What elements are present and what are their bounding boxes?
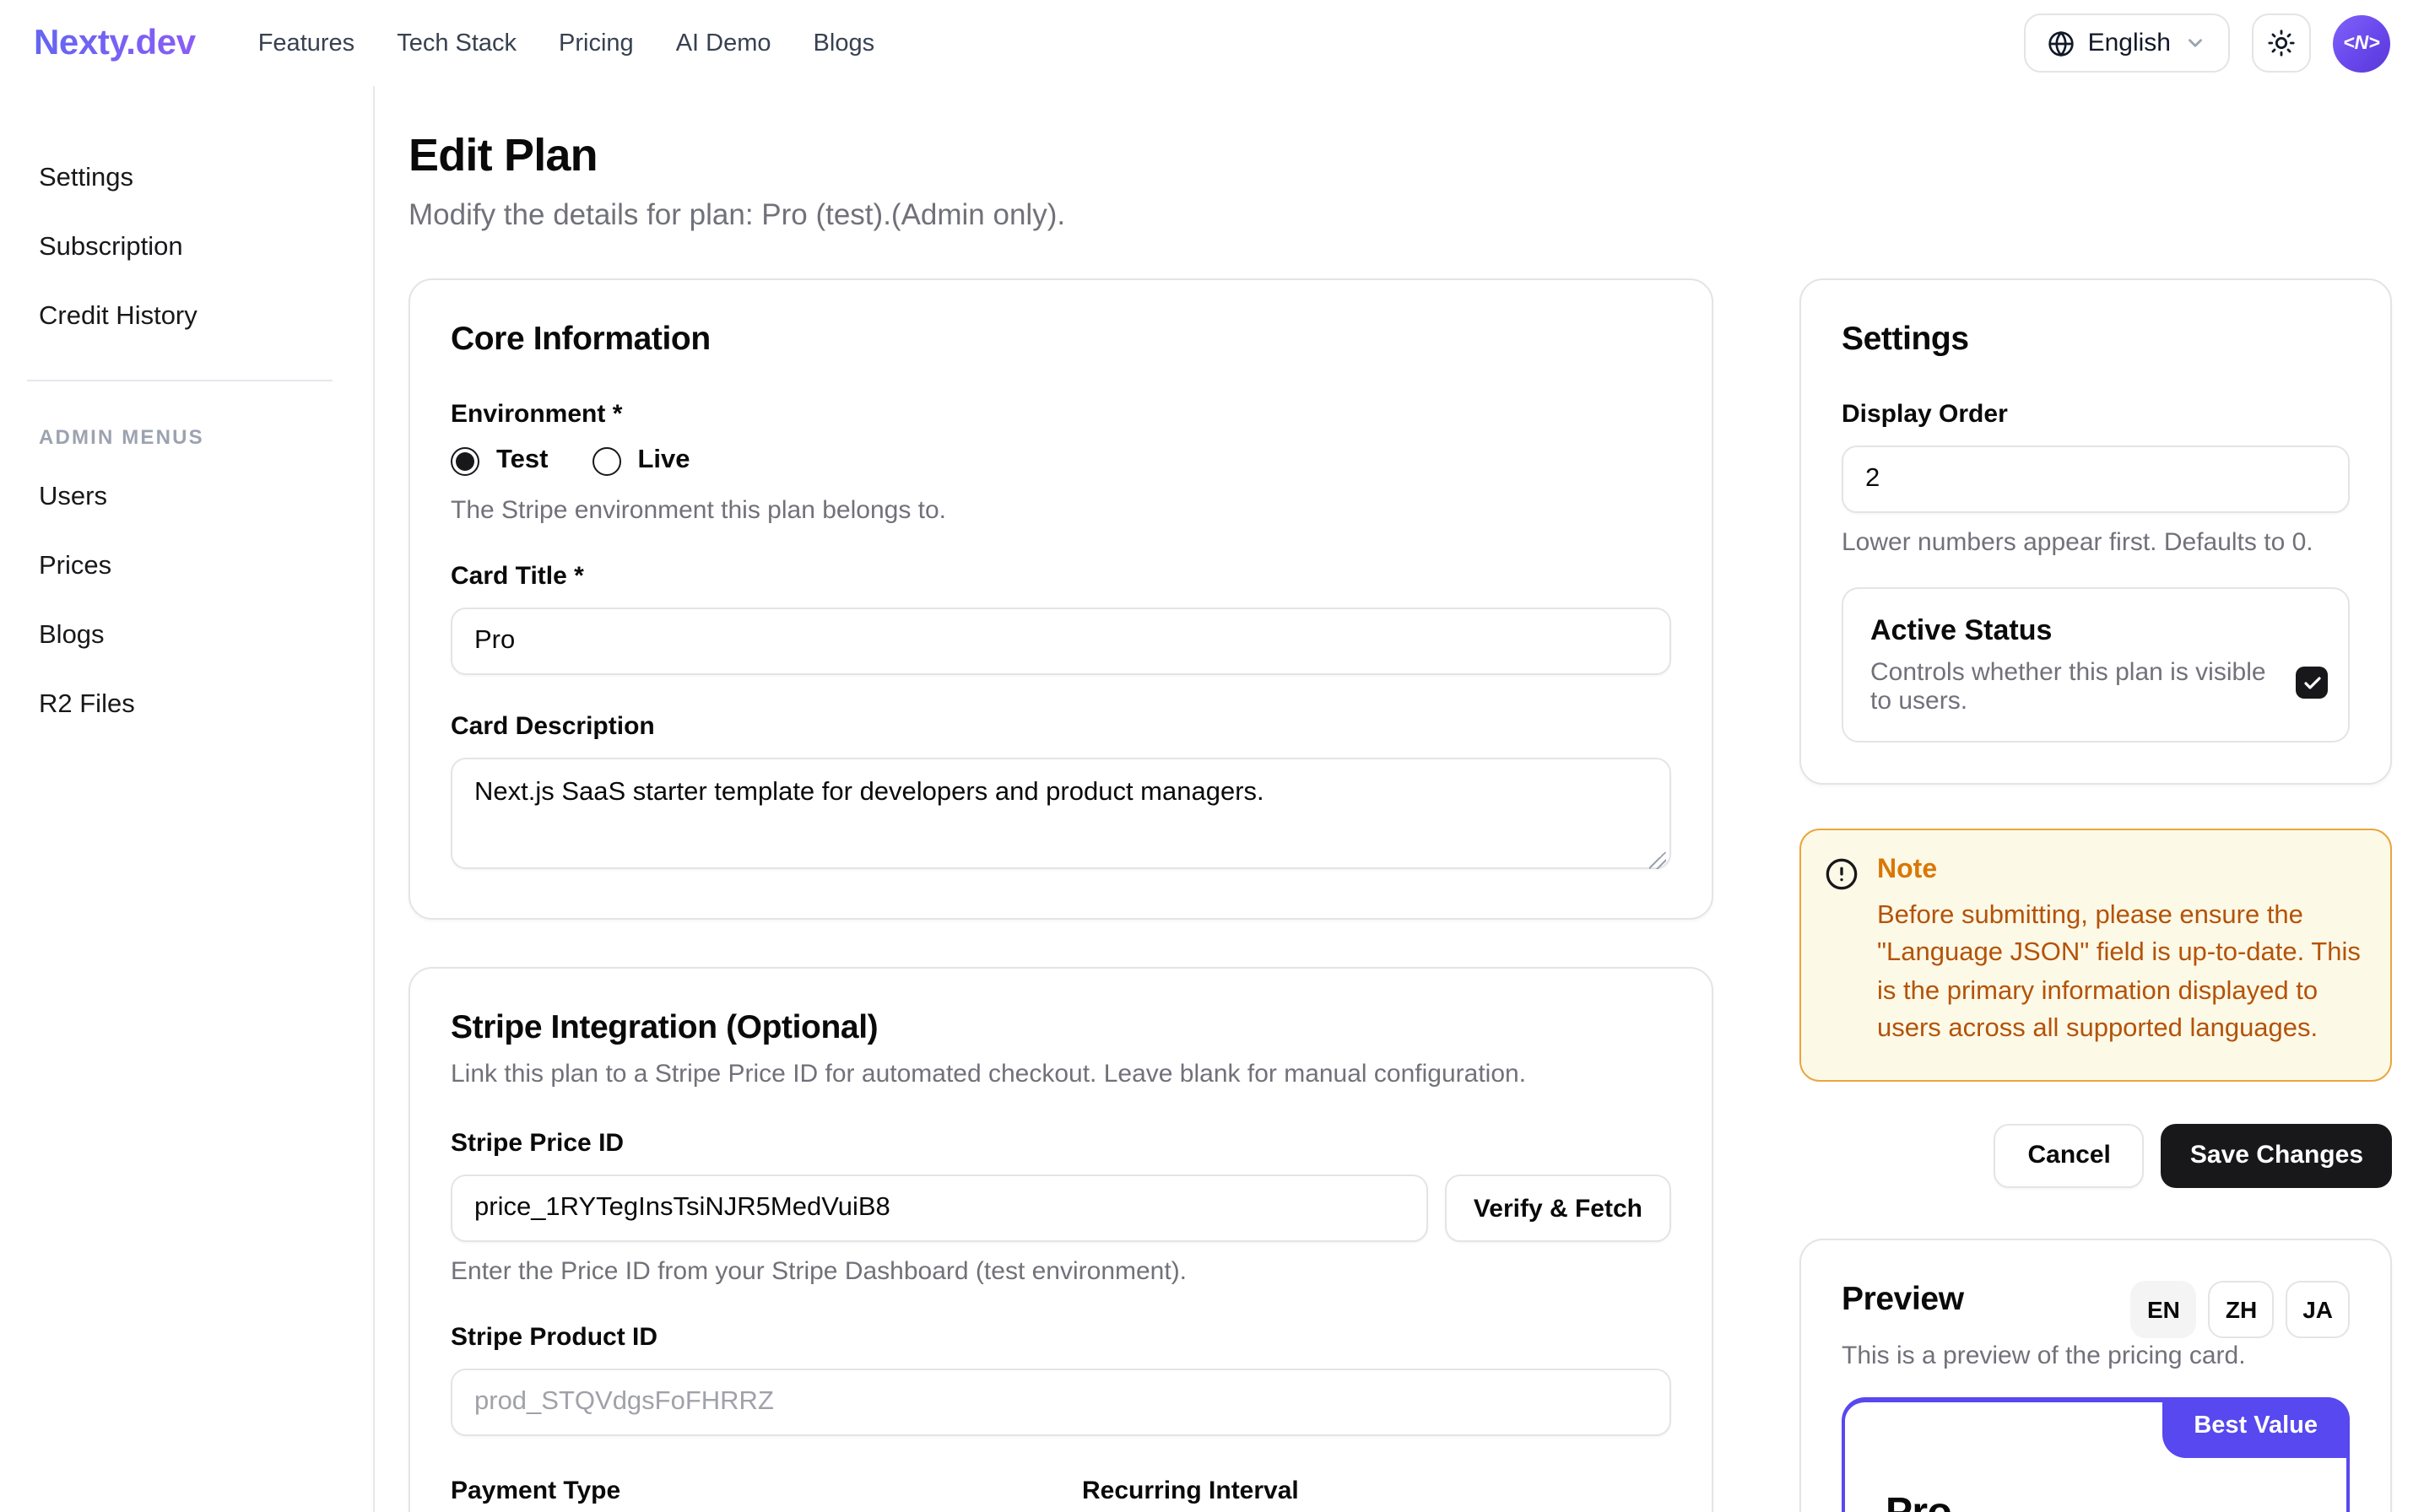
sidebar-item-users[interactable]: Users [39, 466, 346, 530]
sidebar-item-r2-files[interactable]: R2 Files [39, 673, 346, 737]
sidebar-item-blogs[interactable]: Blogs [39, 604, 346, 668]
preview-title: Preview [1842, 1281, 1964, 1320]
theme-toggle-button[interactable] [2252, 14, 2311, 73]
stripe-price-id-input[interactable] [451, 1174, 1428, 1242]
active-status-description: Controls whether this plan is visible to… [1870, 658, 2321, 716]
main-content: Edit Plan Modify the details for plan: P… [375, 86, 2424, 1512]
form-actions: Cancel Save Changes [1799, 1124, 2392, 1188]
tab-ja[interactable]: JA [2286, 1281, 2350, 1338]
stripe-product-id-input[interactable] [451, 1369, 1671, 1436]
active-status-box: Active Status Controls whether this plan… [1842, 587, 2350, 742]
note-callout: Note Before submitting, please ensure th… [1799, 829, 2392, 1082]
tab-en[interactable]: EN [2130, 1281, 2197, 1338]
stripe-price-id-help: Enter the Price ID from your Stripe Dash… [451, 1257, 1671, 1286]
preview-card: Preview EN ZH JA This is a preview of th… [1799, 1239, 2392, 1512]
nav-item-features[interactable]: Features [258, 30, 354, 57]
save-changes-button[interactable]: Save Changes [2162, 1124, 2392, 1188]
core-information-card: Core Information Environment * Test Live [409, 278, 1713, 920]
radio-live-label: Live [637, 446, 690, 476]
side-column: Settings Display Order Lower numbers app… [1799, 278, 2392, 1512]
environment-help: The Stripe environment this plan belongs… [451, 496, 1671, 525]
display-order-label: Display Order [1842, 400, 2350, 429]
sidebar-section-label: ADMIN MENUS [39, 412, 346, 466]
nav-item-tech-stack[interactable]: Tech Stack [397, 30, 517, 57]
nav-item-blogs[interactable]: Blogs [814, 30, 875, 57]
nav-item-pricing[interactable]: Pricing [559, 30, 634, 57]
verify-fetch-button[interactable]: Verify & Fetch [1445, 1174, 1671, 1242]
nav-item-ai-demo[interactable]: AI Demo [676, 30, 771, 57]
display-order-input[interactable] [1842, 446, 2350, 513]
card-title-input[interactable] [451, 608, 1671, 675]
radio-option-test[interactable]: Test [451, 446, 548, 476]
payment-type-label: Payment Type [451, 1477, 1040, 1505]
preview-subtitle: This is a preview of the pricing card. [1842, 1342, 2350, 1370]
tab-zh[interactable]: ZH [2209, 1281, 2274, 1338]
header-actions: English <N> [2024, 14, 2390, 73]
alert-circle-icon [1825, 857, 1859, 891]
sidebar: Settings Subscription Credit History ADM… [0, 86, 375, 1512]
note-title: Note [1877, 856, 2363, 886]
card-description-textarea[interactable]: Next.js SaaS starter template for develo… [451, 758, 1671, 869]
pricing-plan-name: Pro [1886, 1490, 2306, 1512]
settings-card: Settings Display Order Lower numbers app… [1799, 278, 2392, 785]
stripe-product-id-label: Stripe Product ID [451, 1323, 1671, 1352]
user-avatar[interactable]: <N> [2333, 14, 2390, 72]
recurring-interval-label: Recurring Interval [1082, 1477, 1671, 1505]
best-value-badge: Best Value [2162, 1397, 2350, 1458]
language-label: English [2088, 29, 2171, 57]
radio-test-label: Test [496, 446, 548, 476]
page-title: Edit Plan [409, 130, 2392, 182]
pricing-card-preview: Best Value Pro Next.js SaaS starter temp… [1842, 1397, 2350, 1512]
cancel-button[interactable]: Cancel [1994, 1124, 2145, 1188]
environment-radio-group: Test Live [451, 446, 1671, 476]
radio-option-live[interactable]: Live [592, 446, 690, 476]
radio-test[interactable] [451, 446, 479, 475]
brand-logo[interactable]: Nexty.dev [34, 23, 196, 63]
note-body: Before submitting, please ensure the "La… [1877, 898, 2363, 1050]
active-status-title: Active Status [1870, 614, 2321, 648]
page-layout: Settings Subscription Credit History ADM… [0, 86, 2424, 1512]
stripe-integration-title: Stripe Integration (Optional) [451, 1009, 1671, 1048]
sidebar-divider [27, 380, 333, 381]
textarea-resize-handle[interactable] [1649, 852, 1666, 869]
avatar-initials: <N> [2343, 33, 2380, 53]
chevron-down-icon [2184, 32, 2206, 54]
active-status-checkbox[interactable] [2296, 667, 2328, 699]
globe-icon [2048, 30, 2075, 57]
environment-label: Environment * [451, 400, 1671, 429]
main-nav: Features Tech Stack Pricing AI Demo Blog… [258, 30, 874, 57]
sidebar-item-credit-history[interactable]: Credit History [39, 285, 346, 349]
core-information-title: Core Information [451, 321, 1671, 359]
radio-live[interactable] [592, 446, 620, 475]
form-column: Core Information Environment * Test Live [409, 278, 1713, 1512]
stripe-integration-card: Stripe Integration (Optional) Link this … [409, 967, 1713, 1512]
sidebar-item-subscription[interactable]: Subscription [39, 216, 346, 280]
radio-dot [456, 451, 474, 470]
card-title-label: Card Title * [451, 562, 1671, 591]
preview-language-tabs: EN ZH JA [2130, 1281, 2350, 1338]
top-navbar: Nexty.dev Features Tech Stack Pricing AI… [0, 0, 2424, 86]
sun-icon [2267, 29, 2296, 57]
language-selector-button[interactable]: English [2024, 14, 2230, 73]
settings-card-title: Settings [1842, 321, 2350, 359]
card-description-label: Card Description [451, 712, 1671, 741]
check-icon [2302, 672, 2322, 693]
stripe-price-id-label: Stripe Price ID [451, 1129, 1671, 1158]
sidebar-item-prices[interactable]: Prices [39, 535, 346, 599]
app-viewport: Nexty.dev Features Tech Stack Pricing AI… [0, 0, 2424, 1512]
display-order-help: Lower numbers appear first. Defaults to … [1842, 528, 2350, 557]
sidebar-item-settings[interactable]: Settings [39, 147, 346, 211]
page-subtitle: Modify the details for plan: Pro (test).… [409, 197, 2392, 233]
stripe-integration-subtitle: Link this plan to a Stripe Price ID for … [451, 1060, 1671, 1088]
